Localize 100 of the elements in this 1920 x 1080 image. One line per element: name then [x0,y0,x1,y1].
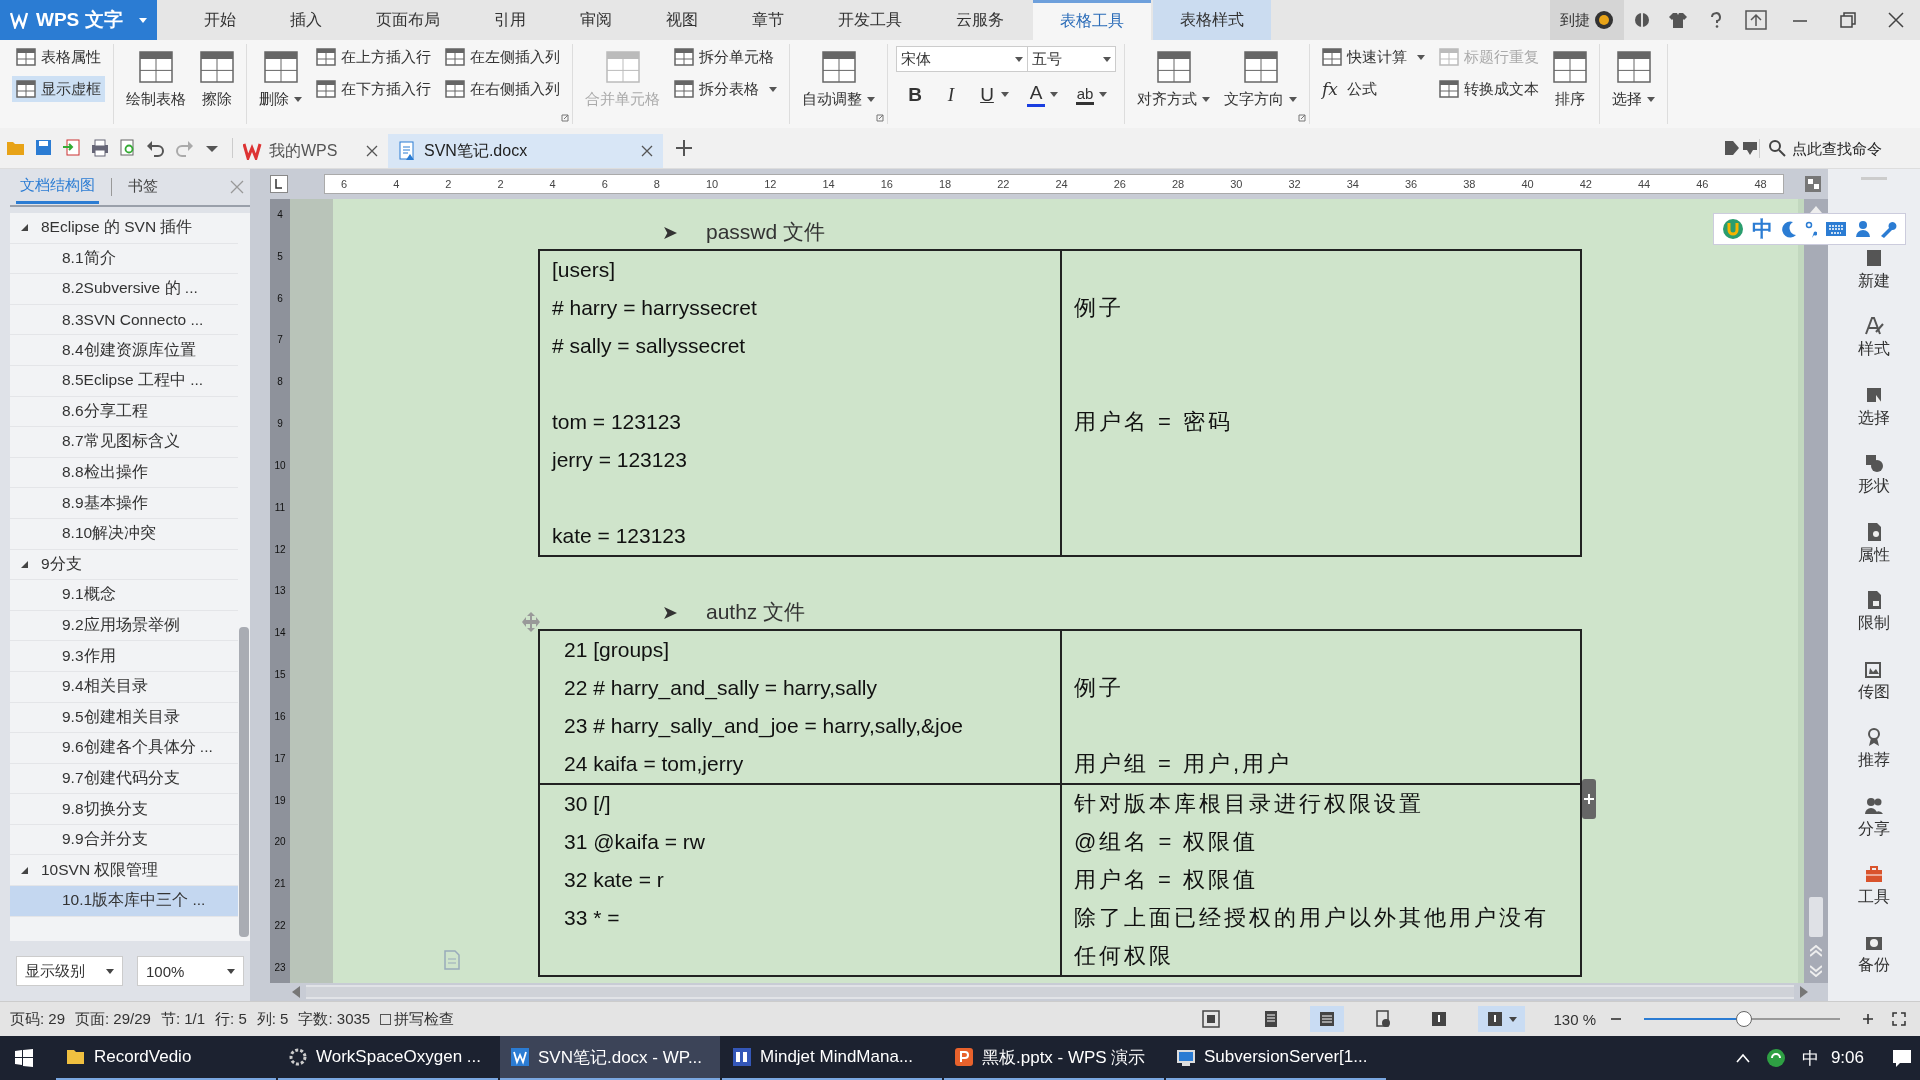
taskbar-item[interactable]: RecordVedio [56,1036,276,1080]
ribbon-button[interactable]: 绘制表格 [122,44,190,115]
ribbon-button[interactable]: 删除 [255,44,306,115]
taskbar-item[interactable]: WorkSpaceOxygen ... [278,1036,498,1080]
app-menu-button[interactable]: WPS 文字 [0,0,157,40]
outline-item[interactable]: 9.2应用场景举例 [10,610,238,642]
plus-icon[interactable] [675,139,693,157]
taskbar-item[interactable]: 黑板.pptx - WPS 演示 [944,1036,1164,1080]
close-icon[interactable] [366,145,378,157]
ribbon-button[interactable]: 表格属性 [12,44,105,70]
outline-item[interactable]: 8.2Subversive 的 ... [10,274,238,305]
moon-icon[interactable] [1781,220,1797,238]
taskbar-item[interactable]: SubversionServer[1... [1166,1036,1386,1080]
close-icon[interactable] [641,145,653,157]
side-tool-button[interactable]: 属性 [1858,521,1890,591]
taskbar-item[interactable]: Mindjet MindMana... [722,1036,942,1080]
font-select[interactable]: 宋体 [896,46,1028,72]
ribbon-button[interactable]: 自动调整 [798,44,879,115]
menu-tab[interactable]: 开发工具 [811,0,929,40]
shirt-icon[interactable] [1669,11,1689,29]
bold-button[interactable]: B [902,80,928,109]
underline-button[interactable]: U [974,80,1013,109]
font-color-button[interactable]: A [1023,80,1062,109]
outline-item[interactable]: 9.1概念 [10,580,238,611]
close-icon[interactable] [1888,12,1904,28]
ribbon-button[interactable]: 选择 [1608,44,1659,115]
side-tool-button[interactable]: 形状 [1858,453,1890,522]
ribbon-button[interactable]: 在左侧插入列 [441,44,564,70]
menu-tab[interactable]: 表格样式 [1153,0,1271,40]
clock[interactable]: 9:06 [1830,1048,1864,1068]
menu-tab[interactable]: 审阅 [553,0,639,40]
outline-item[interactable]: 8.7常见图标含义 [10,427,238,458]
outline-item[interactable]: 8.6分享工程 [10,396,238,428]
plus-icon[interactable] [1862,1013,1874,1025]
collapse-arrow-icon[interactable] [20,559,29,569]
outline-item[interactable]: 8.3SVN Connecto ... [10,304,238,336]
ime-indicator[interactable]: 中 [1801,1046,1819,1070]
font-size-select[interactable]: 五号 [1028,46,1116,72]
add-column-icon[interactable] [1582,779,1596,819]
outline-item[interactable]: 9.4相关目录 [10,671,238,703]
launcher-icon[interactable] [876,114,884,122]
view-button[interactable] [1310,1006,1345,1032]
outline-item[interactable]: 8.4创建资源库位置 [10,335,238,366]
side-tool-button[interactable]: 限制 [1858,590,1890,659]
search-field[interactable]: 点此查找命令 [1759,138,1920,158]
wrench-icon[interactable] [1879,220,1897,238]
menu-tab[interactable]: 插入 [263,0,349,40]
ribbon-button[interactable]: 在上方插入行 [312,44,435,70]
keyboard-icon[interactable] [1825,221,1847,237]
side-tool-button[interactable]: 备份 [1858,932,1890,1001]
ribbon-button[interactable]: 显示虚框 [12,76,105,102]
save-icon[interactable] [34,138,54,158]
ribbon-button[interactable]: 拆分单元格 [670,44,781,70]
fullscreen-icon[interactable] [1202,1010,1221,1028]
ribbon-button[interactable]: 拆分表格 [670,76,781,102]
italic-button[interactable]: I [938,80,964,109]
ribbon-button[interactable]: 文字方向 [1220,44,1301,115]
ribbon-button[interactable]: 转换成文本 [1435,76,1543,102]
outline-item[interactable]: 9.9合并分支 [10,824,238,856]
inbox-icon[interactable] [1741,139,1759,157]
menu-tab[interactable]: 视图 [639,0,725,40]
outline-item[interactable]: 8.9基本操作 [10,488,238,519]
zoom-select[interactable]: 100% [137,956,244,986]
tray-chevron-icon[interactable] [1735,1053,1750,1063]
view-button[interactable] [1478,1006,1526,1032]
ribbon-button[interactable]: 擦除 [196,44,238,115]
taskbar-item[interactable]: SVN笔记.docx - WP... [500,1036,720,1080]
document-tab[interactable]: SVN笔记.docx [388,134,663,168]
side-tool-button[interactable]: 工具 [1858,864,1890,933]
outline-item[interactable]: 8.5Eclipse 工程中 ... [10,365,238,397]
user-icon[interactable] [1855,220,1871,238]
collapse-arrow-icon[interactable] [20,223,29,233]
side-tool-button[interactable]: 样式 [1858,316,1890,385]
document-tab[interactable]: 我的WPS [233,134,388,168]
side-tool-button[interactable]: 分享 [1858,795,1890,864]
windows-start-icon[interactable] [14,1048,34,1068]
panel-tab[interactable]: 书签 [124,170,162,204]
highlight-button[interactable]: ab [1072,80,1111,109]
split-view-icon[interactable] [1804,175,1822,193]
level-select[interactable]: 显示级别 [16,956,123,986]
network-icon[interactable] [1765,1048,1786,1068]
outline-item[interactable]: 9.5创建相关目录 [10,702,238,734]
tab-stop-icon[interactable] [270,175,288,193]
punctuation-icon[interactable] [1805,220,1817,238]
outline-item[interactable]: 9.7创建代码分支 [10,763,238,795]
menu-tab[interactable]: 引用 [467,0,553,40]
menu-tab[interactable]: 章节 [725,0,811,40]
export-icon[interactable] [62,138,82,158]
outline-item[interactable]: 9分支 [10,549,238,581]
move-handle-icon[interactable] [520,611,542,633]
menu-tab[interactable]: 页面布局 [349,0,467,40]
ribbon-button[interactable]: 在下方插入行 [312,76,435,102]
menu-tab[interactable]: 开始 [177,0,263,40]
scroll-right-icon[interactable] [1800,986,1808,998]
print-icon[interactable] [90,138,110,158]
spell-check-toggle[interactable]: 拼写检查 [380,1009,455,1029]
outline-item[interactable]: 8.10解决冲突 [10,518,238,550]
slider-thumb[interactable] [1735,1011,1752,1027]
outline-item[interactable]: 8.8检出操作 [10,457,238,489]
outline-item[interactable]: 9.8切换分支 [10,794,238,825]
